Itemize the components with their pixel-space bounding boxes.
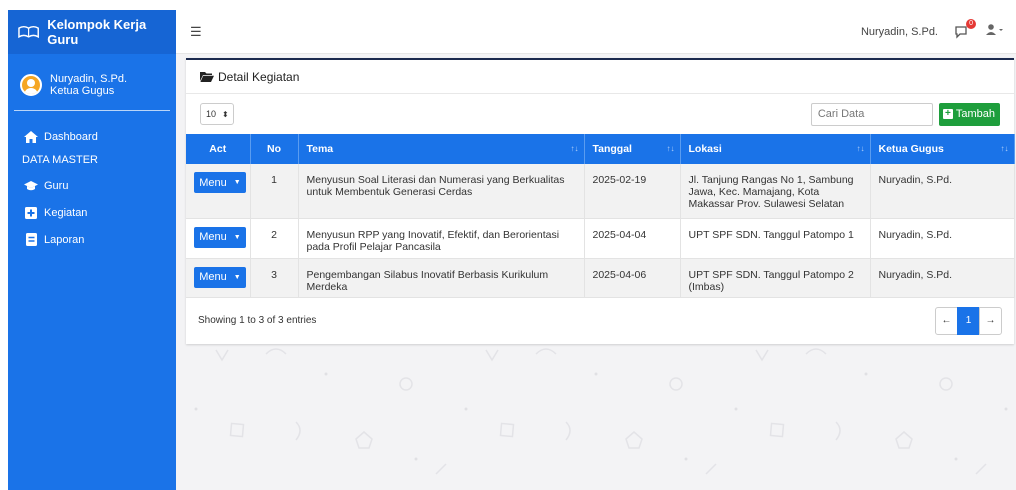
brand-title: Kelompok Kerja Guru [47, 17, 147, 47]
user-dropdown-icon[interactable] [986, 24, 1004, 39]
app-window: Kelompok Kerja Guru Nuryadin, S.Pd. Ketu… [8, 10, 1016, 490]
sidebar-item-label: Dashboard [44, 130, 98, 143]
cell-ketua-gugus: Nuryadin, S.Pd. [870, 258, 1015, 298]
cell-tanggal: 2025-04-04 [584, 218, 681, 259]
report-icon [24, 233, 38, 247]
pagination-next-button[interactable]: → [979, 306, 1002, 335]
table-row: Menu ▼ 2 Menyusun RPP yang Inovatif, Efek… [186, 218, 1015, 259]
sidebar-item-label: Laporan [44, 233, 85, 246]
hamburger-menu-icon[interactable]: ☰ [190, 24, 202, 40]
pagination-prev-button[interactable]: ← [935, 306, 958, 335]
add-button-label: Tambah [955, 108, 995, 120]
column-header-no[interactable]: No [250, 134, 299, 164]
search-input[interactable] [810, 102, 933, 126]
pagination-page-1[interactable]: 1 [957, 306, 980, 335]
table-toolbar: 10 ⬍ + Tambah [186, 94, 1014, 134]
sidebar-user-role: Ketua Gugus [50, 85, 115, 97]
table-header-row: Act No Tema ↑↓ Tanggal ↑↓ Lokasi ↑↓ Ketua G… [186, 134, 1015, 164]
plus-icon: + [942, 109, 953, 119]
page-length-select[interactable]: 10 ⬍ [200, 103, 234, 125]
sidebar-item-label: Kegiatan [44, 206, 88, 219]
cell-ketua-gugus: Nuryadin, S.Pd. [870, 164, 1015, 219]
notification-icon[interactable]: 0 [954, 18, 976, 39]
sort-icon: ↑↓ [666, 144, 675, 153]
sort-icon: ↑↓ [856, 144, 865, 153]
folder-open-icon [200, 72, 214, 82]
column-header-tema[interactable]: Tema ↑↓ [298, 134, 585, 164]
sidebar-section-header: DATA MASTER [22, 154, 98, 166]
sidebar-item-laporan[interactable]: Laporan [8, 226, 176, 253]
topbar-user-name[interactable]: Nuryadin, S.Pd. [861, 26, 938, 38]
card-title: Detail Kegiatan [218, 69, 300, 84]
up-down-arrow-icon: ⬍ [222, 109, 229, 119]
table-footer: Showing 1 to 3 of 3 entries ← 1 → [186, 298, 1014, 344]
sidebar-item-dashboard[interactable]: Dashboard [8, 123, 176, 150]
book-logo-icon [18, 25, 39, 39]
cell-lokasi: UPT SPF SDN. Tanggul Patompo 1 [680, 218, 871, 259]
cell-tema: Menyusun Soal Literasi dan Numerasi yang… [298, 164, 585, 219]
sort-icon: ↑↓ [570, 144, 579, 153]
cell-tanggal: 2025-02-19 [584, 164, 681, 219]
row-menu-button[interactable]: Menu ▼ [194, 266, 246, 288]
row-menu-button[interactable]: Menu ▼ [194, 226, 246, 248]
plus-square-icon [24, 206, 38, 220]
graduation-cap-icon [24, 179, 38, 193]
column-header-tanggal[interactable]: Tanggal ↑↓ [584, 134, 681, 164]
notification-badge: 0 [966, 18, 976, 29]
cell-tema: Pengembangan Silabus Inovatif Berbasis K… [298, 258, 585, 298]
sort-icon: ↑↓ [1000, 144, 1009, 153]
topbar: ☰ Nuryadin, S.Pd. 0 [176, 10, 1016, 54]
kegiatan-table: Act No Tema ↑↓ Tanggal ↑↓ Lokasi ↑↓ Ketua G… [186, 134, 1015, 298]
cell-lokasi: UPT SPF SDN. Tanggul Patompo 2 (Imbas) [680, 258, 871, 298]
avatar [20, 74, 42, 96]
cell-tanggal: 2025-04-06 [584, 258, 681, 298]
cell-no: 1 [250, 164, 299, 219]
sidebar-user: Nuryadin, S.Pd. Ketua Gugus [8, 54, 176, 106]
home-icon [24, 130, 38, 144]
table-row: Menu ▼ 1 Menyusun Soal Literasi dan Numer… [186, 164, 1015, 219]
add-kegiatan-button[interactable]: + Tambah [938, 102, 1000, 126]
sidebar-item-label: Guru [44, 179, 69, 192]
pagination: ← 1 → [935, 306, 1002, 335]
sidebar: Kelompok Kerja Guru Nuryadin, S.Pd. Ketu… [8, 10, 176, 490]
table-info: Showing 1 to 3 of 3 entries [198, 315, 317, 326]
detail-kegiatan-card: Detail Kegiatan 10 ⬍ + Tambah [186, 58, 1015, 344]
main-content: Detail Kegiatan 10 ⬍ + Tambah [176, 54, 1016, 490]
column-header-ketua-gugus[interactable]: Ketua Gugus ↑↓ [870, 134, 1015, 164]
sidebar-item-kegiatan[interactable]: Kegiatan [8, 199, 176, 226]
caret-down-icon: ▼ [233, 273, 241, 281]
brand[interactable]: Kelompok Kerja Guru [8, 10, 176, 54]
cell-ketua-gugus: Nuryadin, S.Pd. [870, 218, 1015, 259]
card-header: Detail Kegiatan [186, 60, 1014, 94]
cell-tema: Menyusun RPP yang Inovatif, Efektif, dan… [298, 218, 585, 259]
page-length-value: 10 [206, 109, 217, 119]
sidebar-user-name: Nuryadin, S.Pd. [50, 73, 128, 85]
row-menu-button[interactable]: Menu ▼ [194, 172, 246, 193]
sidebar-item-guru[interactable]: Guru [8, 172, 176, 199]
sidebar-divider [14, 110, 170, 111]
column-header-lokasi[interactable]: Lokasi ↑↓ [680, 134, 871, 164]
cell-no: 2 [250, 218, 299, 259]
column-header-act: Act [186, 134, 251, 164]
caret-down-icon: ▼ [233, 179, 241, 186]
caret-down-icon: ▼ [233, 233, 241, 241]
cell-lokasi: Jl. Tanjung Rangas No 1, Sambung Jawa, K… [680, 164, 871, 219]
cell-no: 3 [250, 258, 299, 298]
table-row: Menu ▼ 3 Pengembangan Silabus Inovatif Be… [186, 258, 1015, 298]
